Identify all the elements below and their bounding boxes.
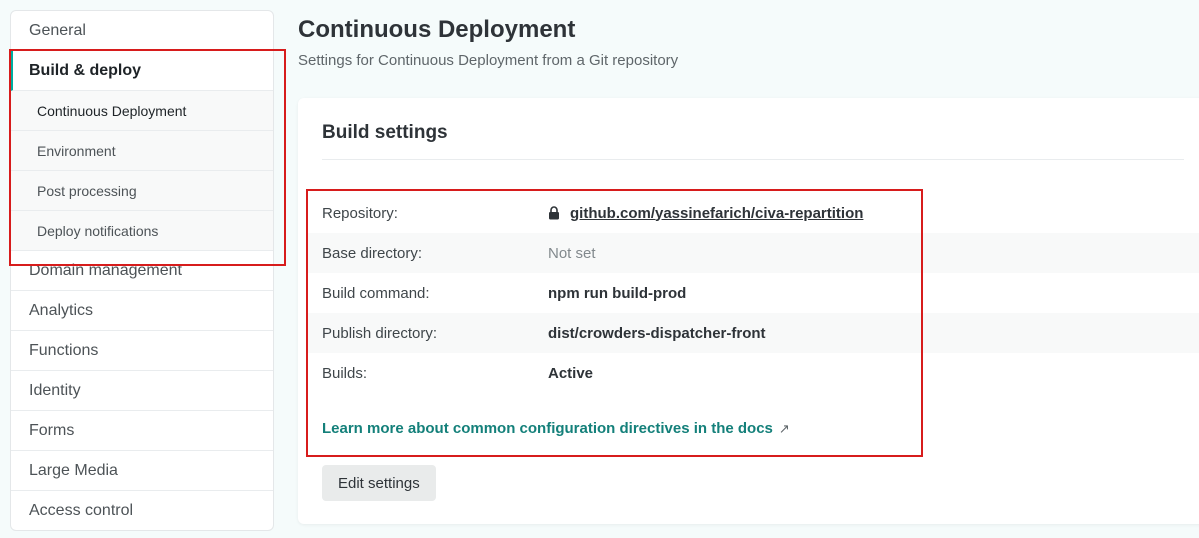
sidebar-item-access-control[interactable]: Access control — [11, 491, 273, 530]
docs-link-label: Learn more about common configuration di… — [322, 420, 773, 437]
setting-label: Repository: — [322, 204, 398, 222]
page-title: Continuous Deployment — [298, 16, 576, 43]
setting-label: Base directory: — [322, 244, 423, 262]
settings-sidebar: General Build & deploy Continuous Deploy… — [10, 10, 274, 531]
setting-label: Build command: — [322, 284, 430, 302]
setting-value: github.com/yassinefarich/civa-repartitio… — [548, 205, 863, 222]
divider — [322, 159, 1184, 160]
setting-value: dist/crowders-dispatcher-front — [548, 324, 766, 342]
lock-icon — [549, 206, 559, 220]
setting-value: Not set — [548, 244, 596, 262]
setting-row-repository: Repository: github.com/yassinefarich/civ… — [308, 193, 1199, 233]
setting-label: Builds: — [322, 364, 368, 382]
sidebar-subitem-post-processing[interactable]: Post processing — [11, 171, 273, 211]
page-subtitle: Settings for Continuous Deployment from … — [298, 52, 679, 69]
sidebar-item-forms[interactable]: Forms — [11, 411, 273, 451]
sidebar-item-analytics[interactable]: Analytics — [11, 291, 273, 331]
docs-link[interactable]: Learn more about common configuration di… — [322, 420, 790, 437]
setting-row-base-directory: Base directory: Not set — [308, 233, 1199, 273]
setting-row-build-command: Build command: npm run build-prod — [308, 273, 1199, 313]
setting-value: npm run build-prod — [548, 284, 687, 302]
edit-settings-button[interactable]: Edit settings — [322, 465, 436, 501]
setting-value: Active — [548, 364, 594, 382]
repository-link[interactable]: github.com/yassinefarich/civa-repartitio… — [570, 205, 863, 222]
build-settings-card: Build settings Repository: github.com/ya… — [298, 98, 1199, 524]
setting-row-builds: Builds: Active — [308, 353, 1199, 393]
sidebar-item-build-deploy[interactable]: Build & deploy — [11, 51, 273, 91]
sidebar-subitem-environment[interactable]: Environment — [11, 131, 273, 171]
external-link-icon: ↗ — [778, 420, 790, 436]
sidebar-subitem-deploy-notifications[interactable]: Deploy notifications — [11, 211, 273, 251]
sidebar-item-functions[interactable]: Functions — [11, 331, 273, 371]
sidebar-item-domain-management[interactable]: Domain management — [11, 251, 273, 291]
settings-list: Repository: github.com/yassinefarich/civ… — [308, 193, 1199, 393]
setting-row-publish-directory: Publish directory: dist/crowders-dispatc… — [308, 313, 1199, 353]
card-title: Build settings — [322, 122, 448, 143]
setting-label: Publish directory: — [322, 324, 438, 342]
sidebar-item-general[interactable]: General — [11, 11, 273, 51]
sidebar-item-identity[interactable]: Identity — [11, 371, 273, 411]
sidebar-item-large-media[interactable]: Large Media — [11, 451, 273, 491]
sidebar-subitem-continuous-deployment[interactable]: Continuous Deployment — [11, 91, 273, 131]
